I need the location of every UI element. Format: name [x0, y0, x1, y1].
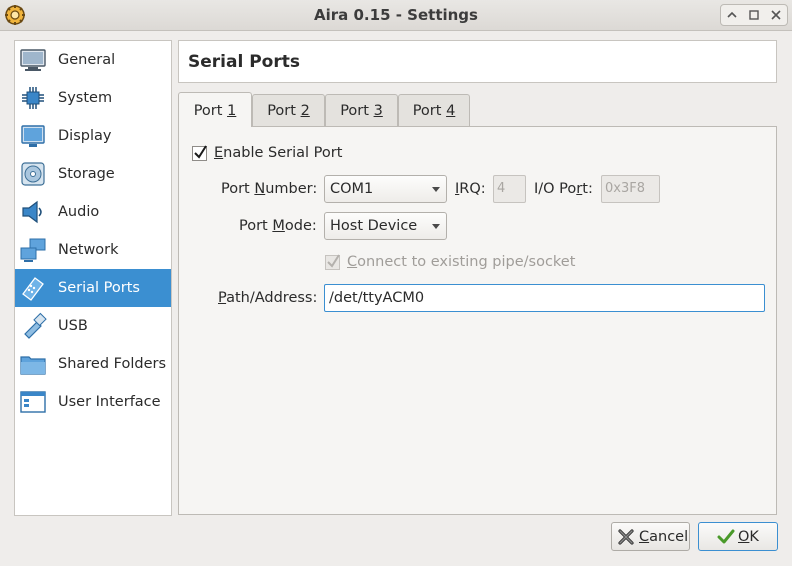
chevron-down-icon [432, 224, 440, 229]
disc-icon [21, 162, 45, 186]
chip-icon [22, 87, 44, 109]
sidebar-item-label: Storage [58, 166, 115, 182]
sidebar-item-usb[interactable]: USB [15, 307, 171, 345]
sidebar-item-label: Display [58, 128, 112, 144]
window-icon [20, 391, 46, 413]
sidebar-item-display[interactable]: Display [15, 117, 171, 155]
page-title: Serial Ports [188, 52, 300, 72]
sidebar-item-label: Audio [58, 204, 100, 220]
path-address-label: Path/Address: [218, 290, 318, 306]
io-port-label: I/O Port: [534, 181, 593, 197]
tab-port-1[interactable]: Port 1 [178, 92, 252, 127]
maximize-icon [749, 10, 759, 20]
io-port-field[interactable]: 0x3F8 [601, 175, 660, 203]
enable-serial-port-label[interactable]: Enable Serial Port [214, 145, 342, 161]
sidebar-item-shared-folders[interactable]: Shared Folders [15, 345, 171, 383]
connect-existing-label: Connect to existing pipe/socket [347, 254, 576, 270]
network-icon [20, 238, 46, 262]
sidebar-item-label: General [58, 52, 116, 68]
port-number-label: Port Number: [221, 181, 318, 197]
arrow-up-icon [727, 11, 737, 18]
sidebar-item-label: User Interface [58, 394, 161, 410]
ok-checkmark-icon [717, 529, 735, 544]
irq-label: IRQ: [455, 181, 486, 197]
checkmark-icon [194, 145, 207, 159]
path-address-input[interactable] [324, 284, 765, 312]
sidebar-item-general[interactable]: General [15, 41, 171, 79]
serial-port-icon [22, 277, 44, 301]
close-icon [771, 10, 781, 20]
port-mode-label: Port Mode: [239, 218, 317, 234]
sidebar-item-user-interface[interactable]: User Interface [15, 383, 171, 421]
sidebar-item-label: Serial Ports [58, 280, 140, 296]
sidebar-item-label: System [58, 90, 113, 106]
sidebar-item-serial-ports[interactable]: Serial Ports [15, 269, 171, 307]
tab-port-4[interactable]: Port 4 [398, 94, 470, 126]
window-controls [720, 4, 788, 26]
port-mode-select[interactable]: Host Device [324, 212, 447, 240]
settings-sidebar: General System Display Storage Audio Net… [14, 40, 172, 516]
tab-port-3[interactable]: Port 3 [325, 94, 398, 126]
sidebar-item-label: USB [58, 318, 88, 334]
sidebar-item-network[interactable]: Network [15, 231, 171, 269]
tab-port-2[interactable]: Port 2 [252, 94, 325, 126]
irq-field[interactable]: 4 [493, 175, 526, 203]
connect-existing-checkbox[interactable] [325, 254, 340, 270]
folder-icon [20, 356, 46, 375]
close-button[interactable] [767, 6, 785, 24]
sidebar-item-label: Network [58, 242, 119, 258]
ok-button[interactable]: OK [698, 522, 778, 551]
enable-serial-port-checkbox[interactable] [192, 145, 207, 161]
cancel-button[interactable]: Cancel [611, 522, 690, 551]
sidebar-item-system[interactable]: System [15, 79, 171, 117]
sidebar-item-storage[interactable]: Storage [15, 155, 171, 193]
speaker-icon [22, 200, 42, 224]
window-title: Aira 0.15 - Settings [314, 6, 478, 24]
sidebar-item-label: Shared Folders [58, 356, 167, 372]
chevron-down-icon [432, 187, 440, 192]
checkmark-icon [327, 254, 340, 268]
port-number-select[interactable]: COM1 [324, 175, 447, 203]
keep-above-button[interactable] [723, 6, 741, 24]
title-bar: Aira 0.15 - Settings [0, 0, 792, 31]
page-header: Serial Ports [178, 40, 777, 83]
sidebar-item-audio[interactable]: Audio [15, 193, 171, 231]
display-icon [21, 125, 45, 147]
usb-icon [24, 312, 47, 339]
cancel-x-icon [618, 529, 634, 545]
monitor-icon [20, 49, 46, 71]
maximize-button[interactable] [745, 6, 763, 24]
